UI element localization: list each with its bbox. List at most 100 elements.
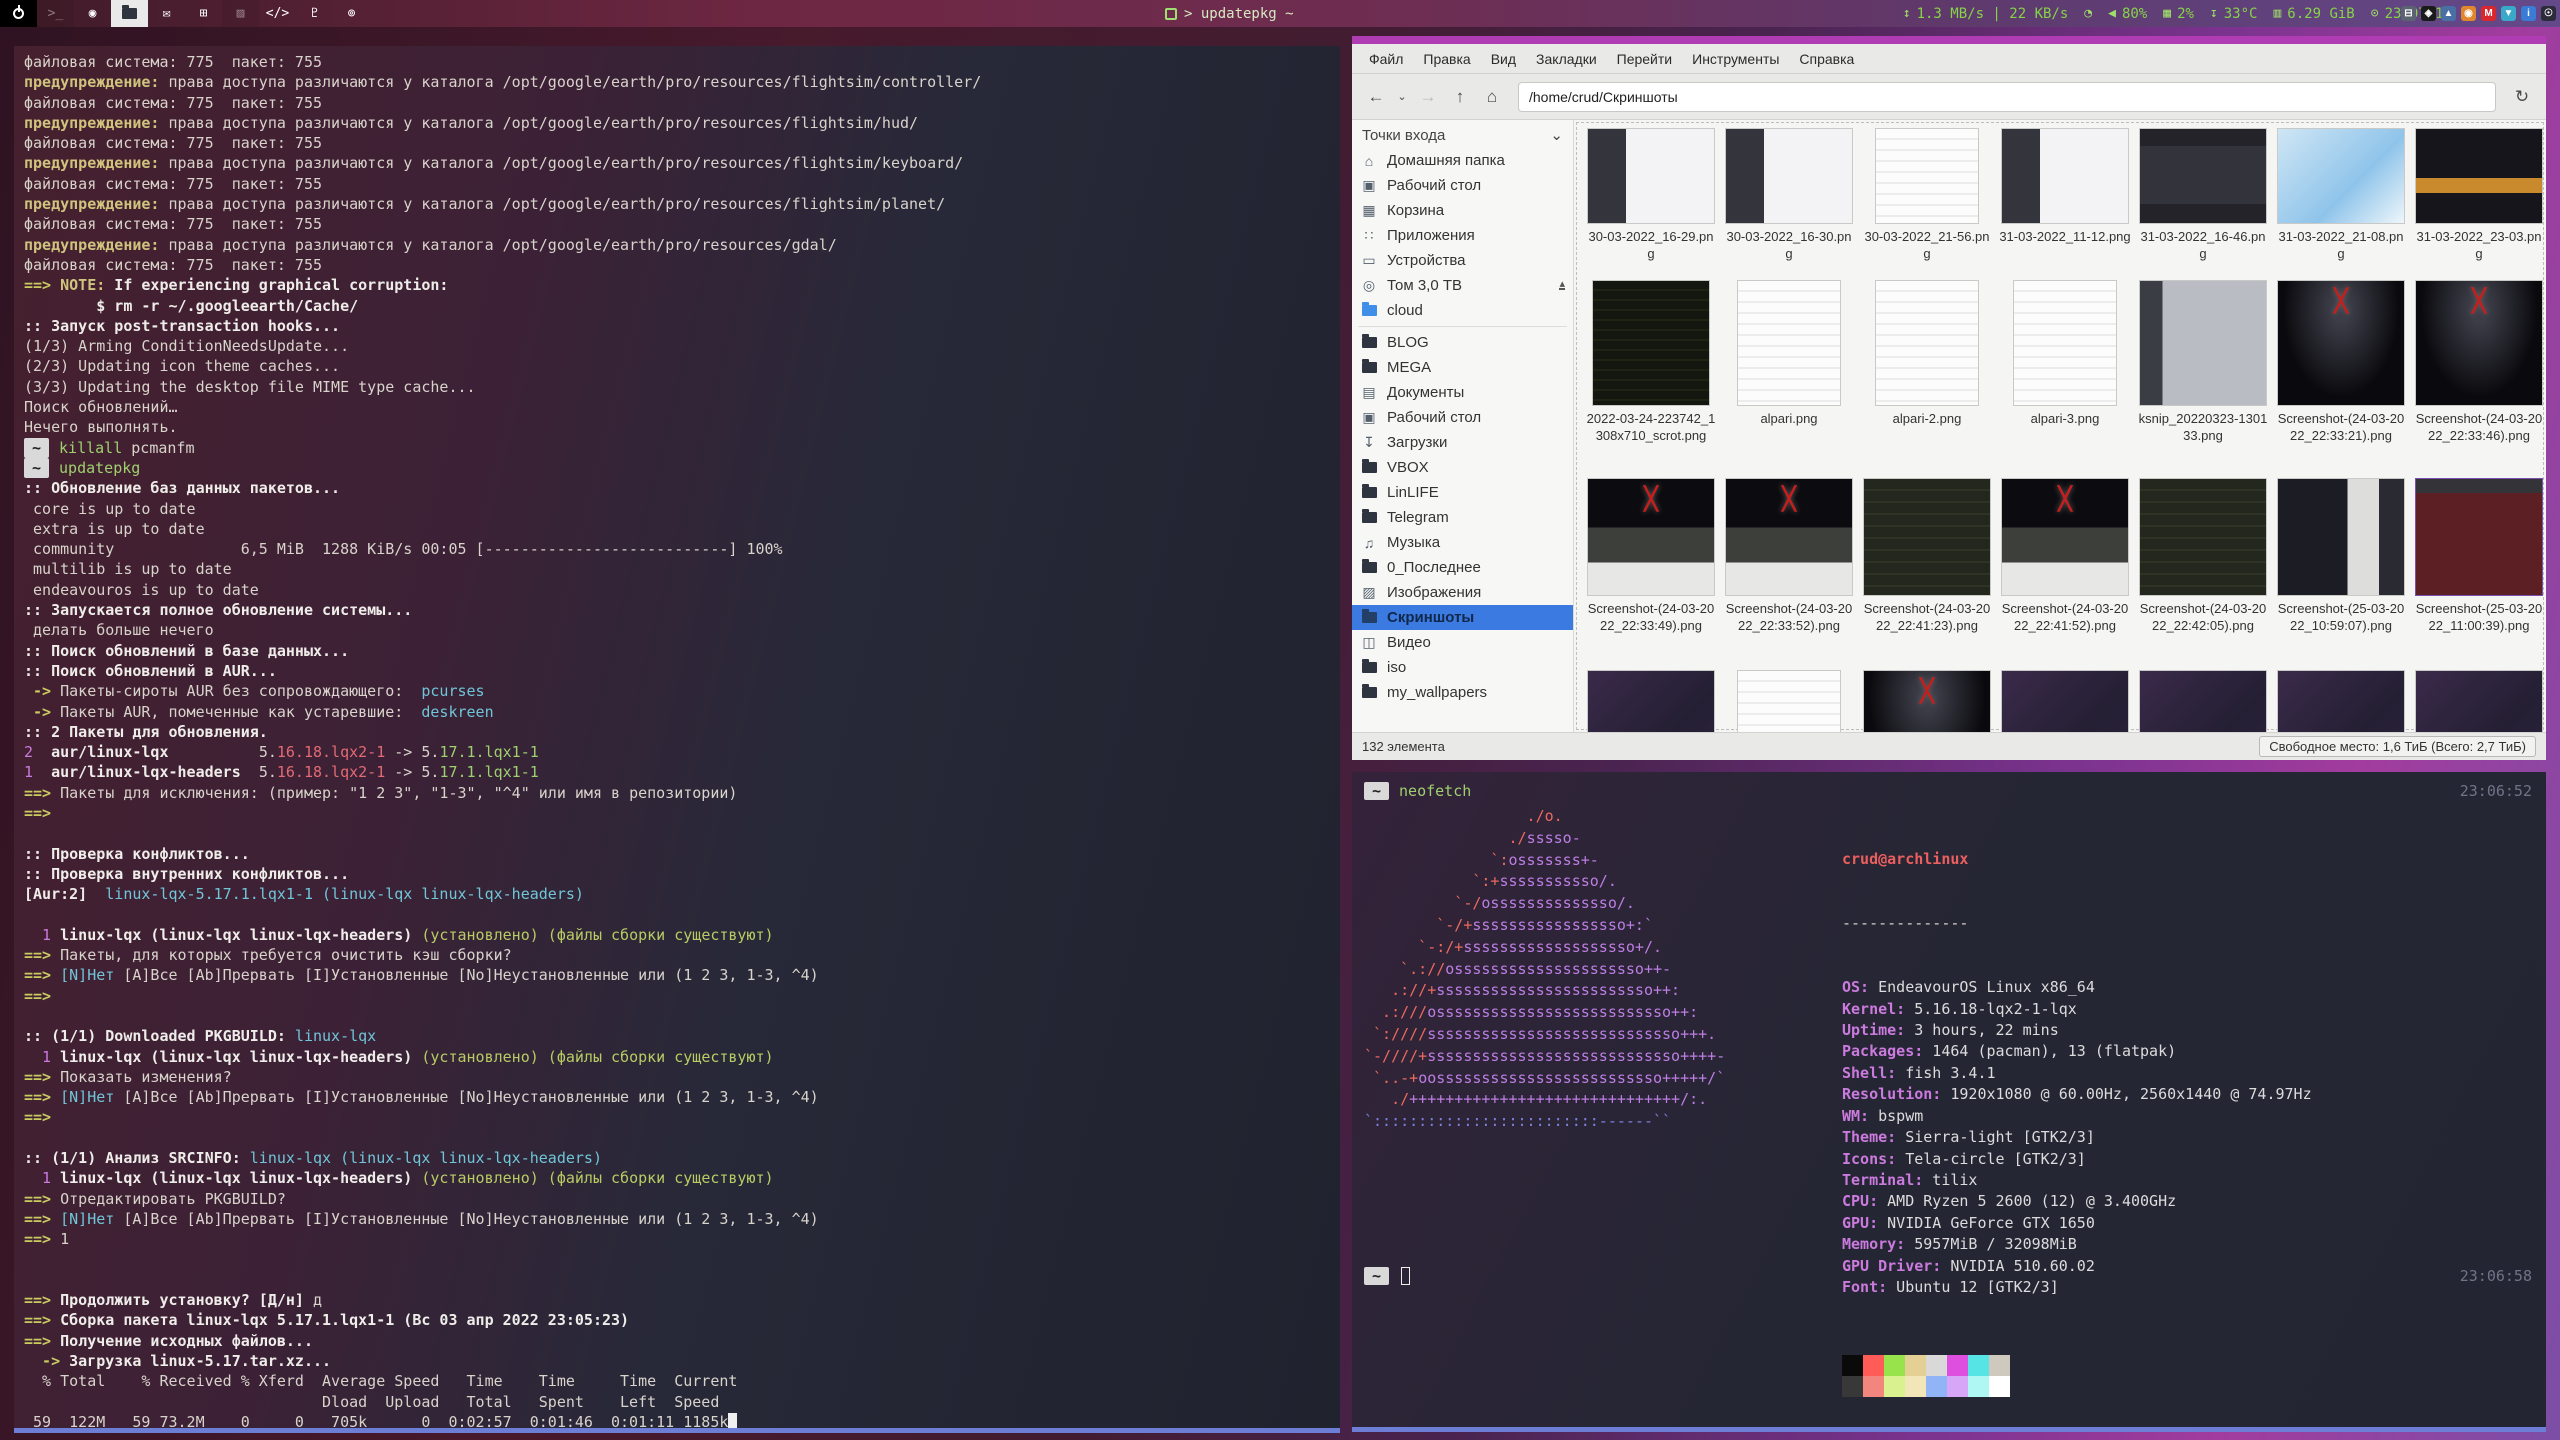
icon-view[interactable]: 30-03-2022_16-29.png30-03-2022_16-30.png… xyxy=(1574,120,2546,732)
sidebar-item-VBOX[interactable]: VBOX xyxy=(1352,455,1573,480)
menu-item-Файл[interactable]: Файл xyxy=(1360,47,1412,71)
sidebar-item-Корзина[interactable]: ▦Корзина xyxy=(1352,198,1573,223)
sidebar-item-Документы[interactable]: ▤Документы xyxy=(1352,380,1573,405)
update-arrow-icon[interactable]: ▲ xyxy=(2441,6,2456,21)
file-item[interactable]: Screenshot-(24-03-2022_22:42:05).png xyxy=(2134,476,2272,668)
file-item-clipped[interactable] xyxy=(2134,668,2272,732)
file-item[interactable]: Screenshot-(24-03-2022_22:33:46).png xyxy=(2410,278,2546,476)
file-item[interactable]: 30-03-2022_16-30.png xyxy=(1720,126,1858,278)
file-item[interactable]: alpari.png xyxy=(1720,278,1858,476)
file-item[interactable]: Screenshot-(25-03-2022_10:59:07).png xyxy=(2272,476,2410,668)
system-info: crud@archlinux -------------- OS: Endeav… xyxy=(1842,806,2312,1432)
file-item[interactable]: Screenshot-(24-03-2022_22:33:52).png xyxy=(1720,476,1858,668)
menu-item-Правка[interactable]: Правка xyxy=(1414,47,1479,71)
file-manager-window[interactable]: ФайлПравкаВидЗакладкиПерейтиИнструментыС… xyxy=(1352,36,2546,760)
chevron-down-icon[interactable]: ⌄ xyxy=(1550,126,1563,144)
sidebar-item-Устройства[interactable]: ▭Устройства xyxy=(1352,248,1573,273)
places-header[interactable]: Точки входа ⌄ xyxy=(1352,122,1573,148)
file-item-clipped[interactable] xyxy=(1996,668,2134,732)
image-icon[interactable]: ▨ xyxy=(222,0,259,27)
sidebar-item-Рабочий стол[interactable]: ▣Рабочий стол xyxy=(1352,405,1573,430)
sidebar-item-Рабочий стол[interactable]: ▣Рабочий стол xyxy=(1352,173,1573,198)
mega-icon[interactable]: M xyxy=(2481,6,2496,21)
file-item-clipped[interactable] xyxy=(2272,668,2410,732)
lamp-icon[interactable]: ☉ xyxy=(2541,6,2556,21)
menu-item-Вид[interactable]: Вид xyxy=(1482,47,1525,71)
menu-item-Инструменты[interactable]: Инструменты xyxy=(1683,47,1788,71)
terminal-line: ==> Пакеты для исключения: (пример: "1 2… xyxy=(24,783,1330,803)
terminal-line: 1 linux-lqx (linux-lqx linux-lqx-headers… xyxy=(24,1047,1330,1067)
menu-item-Закладки[interactable]: Закладки xyxy=(1527,47,1606,71)
up-button[interactable]: ↑ xyxy=(1446,83,1474,111)
file-item[interactable]: 30-03-2022_16-29.png xyxy=(1582,126,1720,278)
chat-icon[interactable]: ✉ xyxy=(148,0,185,27)
sidebar-item-0_Последнее[interactable]: 0_Последнее xyxy=(1352,555,1573,580)
sidebar-item-Приложения[interactable]: ∷Приложения xyxy=(1352,223,1573,248)
files-icon[interactable] xyxy=(111,0,148,27)
forward-button[interactable]: → xyxy=(1414,83,1442,111)
file-item[interactable]: 31-03-2022_21-08.png xyxy=(2272,126,2410,278)
sidebar-item-Домашняя папка[interactable]: ⌂Домашняя папка xyxy=(1352,148,1573,173)
file-name: Screenshot-(25-03-2022_10:59:07).png xyxy=(2275,601,2407,634)
file-item[interactable]: Screenshot-(24-03-2022_22:41:52).png xyxy=(1996,476,2134,668)
firefox-icon[interactable]: ◉ xyxy=(74,0,111,27)
variety-icon[interactable]: ▼ xyxy=(2501,6,2516,21)
power-icon[interactable] xyxy=(0,0,37,27)
back-button[interactable]: ← xyxy=(1362,83,1390,111)
file-item-clipped[interactable] xyxy=(1720,668,1858,732)
media-icon[interactable]: ⊚ xyxy=(333,0,370,27)
reload-icon[interactable]: ↻ xyxy=(2508,83,2536,111)
windows-icon[interactable]: ⊞ xyxy=(185,0,222,27)
history-dropdown[interactable]: ⌄ xyxy=(1394,83,1410,111)
file-item[interactable]: 31-03-2022_16-46.png xyxy=(2134,126,2272,278)
file-item-clipped[interactable] xyxy=(1582,668,1720,732)
eject-icon[interactable]: ▴ xyxy=(1559,281,1565,290)
file-item-clipped[interactable] xyxy=(2410,668,2546,732)
prompt-line: ~ neofetch xyxy=(1364,782,2534,800)
file-item[interactable]: alpari-3.png xyxy=(1996,278,2134,476)
file-item[interactable]: 31-03-2022_23-03.png xyxy=(2410,126,2546,278)
sidebar-item-LinLIFE[interactable]: LinLIFE xyxy=(1352,480,1573,505)
rss-icon[interactable]: ◉ xyxy=(2461,6,2476,21)
update-terminal-window[interactable]: файловая система: 775 пакет: 755предупре… xyxy=(14,46,1340,1433)
code-icon[interactable]: </> xyxy=(259,0,296,27)
file-item[interactable]: 2022-03-24-223742_1308x710_scrot.png xyxy=(1582,278,1720,476)
sidebar-item-Скриншоты[interactable]: Скриншоты xyxy=(1352,605,1573,630)
folder-glyph xyxy=(1362,687,1377,698)
path-input[interactable] xyxy=(1518,82,2496,112)
prompt-badge: ~ xyxy=(1364,782,1389,800)
key-icon[interactable]: ♇ xyxy=(296,0,333,27)
menu-item-Справка[interactable]: Справка xyxy=(1790,47,1863,71)
file-item[interactable]: Screenshot-(24-03-2022_22:33:49).png xyxy=(1582,476,1720,668)
neofetch-terminal-window[interactable]: ~ neofetch 23:06:52 ./o. ./sssso- `:osss… xyxy=(1352,772,2546,1432)
player-stat: ◔ xyxy=(2084,6,2092,21)
file-item[interactable]: alpari-2.png xyxy=(1858,278,1996,476)
file-item[interactable]: Screenshot-(24-03-2022_22:33:21).png xyxy=(2272,278,2410,476)
info-icon[interactable]: i xyxy=(2521,6,2536,21)
keepassxc-icon[interactable]: ◈ xyxy=(2421,6,2436,21)
sidebar-item-Музыка[interactable]: ♫Музыка xyxy=(1352,530,1573,555)
menu-item-Перейти[interactable]: Перейти xyxy=(1608,47,1681,71)
sidebar-item-BLOG[interactable]: BLOG xyxy=(1352,330,1573,355)
file-item[interactable]: Screenshot-(24-03-2022_22:41:23).png xyxy=(1858,476,1996,668)
file-item[interactable]: ksnip_20220323-130133.png xyxy=(2134,278,2272,476)
sidebar-item-iso[interactable]: iso xyxy=(1352,655,1573,680)
sidebar-item-Telegram[interactable]: Telegram xyxy=(1352,505,1573,530)
file-thumbnail xyxy=(2139,670,2267,732)
sidebar-item-cloud[interactable]: cloud xyxy=(1352,298,1573,323)
file-item[interactable]: 31-03-2022_11-12.png xyxy=(1996,126,2134,278)
terminal-icon[interactable]: >_ xyxy=(37,0,74,27)
usb-icon[interactable]: ⊟ xyxy=(2401,6,2416,21)
file-item[interactable]: Screenshot-(25-03-2022_11:00:39).png xyxy=(2410,476,2546,668)
sidebar-item-my_wallpapers[interactable]: my_wallpapers xyxy=(1352,680,1573,705)
sidebar-item-Видео[interactable]: ◫Видео xyxy=(1352,630,1573,655)
sidebar-item-Изображения[interactable]: ▨Изображения xyxy=(1352,580,1573,605)
file-item-clipped[interactable] xyxy=(1858,668,1996,732)
sidebar-item-MEGA[interactable]: MEGA xyxy=(1352,355,1573,380)
sidebar-item-Загрузки[interactable]: ↧Загрузки xyxy=(1352,430,1573,455)
sidebar-item-Том 3,0 ТВ[interactable]: ◎Том 3,0 ТВ▴ xyxy=(1352,273,1573,298)
sidebar-item-label: Загрузки xyxy=(1387,434,1447,451)
terminal-line: (3/3) Updating the desktop file MIME typ… xyxy=(24,377,1330,397)
home-button[interactable]: ⌂ xyxy=(1478,83,1506,111)
file-item[interactable]: 30-03-2022_21-56.png xyxy=(1858,126,1996,278)
